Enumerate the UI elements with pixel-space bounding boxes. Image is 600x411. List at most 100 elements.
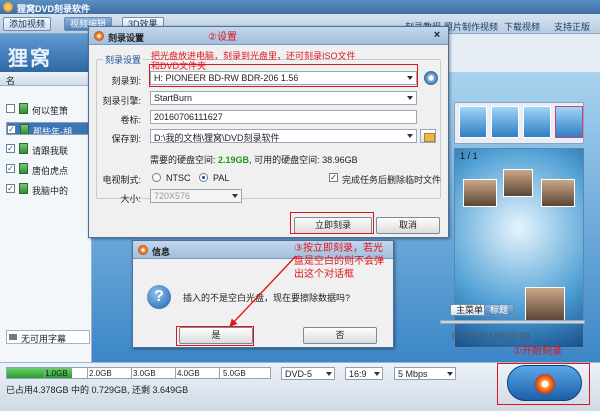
annotation-tip-line2: 和DVD文件夹 (151, 61, 207, 71)
menu-link-download[interactable]: 下载视频 (504, 20, 540, 33)
menu-template-thumb[interactable] (523, 106, 551, 138)
pal-label: PAL (213, 173, 230, 183)
time-display: 00:00:00 / 00:00:00 (452, 331, 530, 341)
disk-space-info: 需要的硬盘空间: 2.19GB, 可用的硬盘空间: 38.96GB (150, 153, 358, 166)
burn-group-label: 刻录设置 (103, 53, 144, 66)
add-video-button[interactable]: 添加视频 (3, 17, 52, 31)
annotation-box-start-burn (497, 363, 590, 405)
disc-usage-text: 已占用4.378GB 中的 0.729GB, 还剩 3.649GB (6, 385, 189, 395)
capacity-tick: 5.0GB (223, 369, 246, 378)
video-list-item[interactable]: ✓ 我脑中的 (6, 182, 92, 196)
burn-dialog-title: 刻录设置 (108, 33, 145, 43)
capacity-tick: 2.0GB (89, 369, 112, 378)
pal-radio[interactable] (199, 173, 208, 182)
video-list-panel: 名 何以笙箫 ✓ 那些年-胡 ✓ 请跟我联 ✓ 唐伯虎点 ✓ 我脑中的 (0, 72, 92, 362)
title-button[interactable]: 标题 (484, 304, 515, 316)
delete-temp-label: 完成任务后删除临时文件 (342, 175, 442, 185)
menu-template-thumb[interactable] (459, 106, 487, 138)
video-list-item[interactable]: ✓ 唐伯虎点 (6, 162, 92, 176)
capacity-divider (219, 368, 220, 378)
app-logo-icon (3, 2, 13, 12)
disc-type-value: DVD-5 (285, 369, 313, 379)
brand-banner: 狸窝 (0, 34, 95, 72)
folder-icon[interactable] (420, 129, 436, 143)
video-file-icon (20, 124, 29, 134)
page-indicator: 1 / 1 (460, 151, 478, 161)
annotation-step3-line3: 出这个对话框 (294, 269, 354, 280)
chevron-down-icon (407, 134, 413, 138)
video-file-icon (19, 103, 28, 114)
video-file-icon (19, 183, 28, 194)
engine-label: 刻录引擎: (102, 96, 141, 106)
capacity-divider (87, 368, 88, 378)
video-name: 我脑中的 (32, 186, 69, 196)
menu-template-strip (454, 102, 584, 144)
chapter-thumbnail[interactable] (525, 287, 565, 321)
annotation-step2: ②设置 (208, 32, 237, 43)
video-name: 唐伯虎点 (32, 166, 69, 176)
annotation-step3-line1: ③按立即刻录，若光 (294, 243, 383, 254)
video-checkbox[interactable]: ✓ (6, 184, 15, 193)
capacity-tick: 3.0GB (133, 369, 156, 378)
volume-label: 卷标: (120, 115, 141, 125)
space-needed-label: 需要的硬盘空间: (150, 155, 216, 165)
preview-progress-slider[interactable] (440, 320, 585, 324)
annotation-step1: ①开始刻录 (513, 346, 562, 357)
menu-template-thumb[interactable] (555, 106, 583, 138)
bitrate-select[interactable]: 5 Mbps (394, 367, 456, 380)
bitrate-value: 5 Mbps (398, 369, 428, 379)
save-to-select[interactable]: D:\我的文档\狸窝\DVD刻录软件 (150, 129, 417, 143)
chapter-thumbnail[interactable] (503, 169, 533, 197)
chevron-down-icon (407, 96, 413, 100)
annotation-step3-line2: 盘是空白的则不会弹 (294, 256, 384, 267)
menu-template-thumb[interactable] (491, 106, 519, 138)
video-checkbox[interactable]: ✓ (6, 144, 15, 153)
aspect-ratio-value: 16:9 (349, 369, 367, 379)
video-checkbox[interactable]: ✓ (7, 125, 16, 134)
tv-system-label: 电视制式: (102, 175, 141, 185)
burn-to-label: 刻录到: (111, 76, 141, 86)
video-list-item[interactable]: ✓ 那些年-胡 (6, 122, 92, 135)
size-label: 大小: (120, 194, 141, 204)
question-icon: ? (147, 285, 171, 309)
space-available-label: , 可用的硬盘空间: (249, 155, 320, 165)
video-checkbox[interactable] (6, 104, 15, 113)
video-list-item[interactable]: ✓ 请跟我联 (6, 142, 92, 156)
no-button[interactable]: 否 (303, 327, 377, 344)
app-titlebar: 狸窝DVD刻录软件 (0, 0, 600, 14)
menu-link-support[interactable]: 支持正版 (554, 20, 590, 33)
capacity-divider (175, 368, 176, 378)
burn-engine-select[interactable]: StartBurn (150, 91, 417, 105)
capacity-divider (131, 368, 132, 378)
video-list-header: 名 (0, 72, 91, 86)
video-checkbox[interactable]: ✓ (6, 164, 15, 173)
close-icon[interactable]: × (431, 30, 443, 42)
space-needed-value: 2.19GB (218, 155, 250, 165)
volume-label-input[interactable]: 20160706111627 (150, 110, 417, 124)
ntsc-radio[interactable] (152, 173, 161, 182)
delete-temp-checkbox[interactable]: ✓ (329, 173, 338, 182)
refresh-drives-icon[interactable] (424, 71, 438, 85)
cancel-button[interactable]: 取消 (376, 217, 440, 234)
size-select[interactable]: 720X576 (150, 189, 242, 203)
disc-capacity-bar: 1.0GB 2.0GB 3.0GB 4.0GB 5.0GB (6, 367, 271, 379)
chevron-down-icon (447, 372, 453, 376)
chapter-thumbnail[interactable] (463, 179, 497, 207)
menu-link-photo-video[interactable]: 照片制作视频 (444, 20, 498, 33)
aspect-ratio-select[interactable]: 16:9 (345, 367, 383, 380)
space-available-value: 38.96GB (322, 155, 358, 165)
info-message: 插入的不是空白光盘，现在要擦除数据吗? (183, 293, 351, 303)
video-file-icon (19, 143, 28, 154)
subtitle-selector[interactable]: 无可用字幕 (6, 330, 90, 344)
chapter-thumbnail[interactable] (541, 179, 575, 207)
burn-dialog-titlebar: 刻录设置 × (89, 27, 448, 45)
dialog-app-icon (138, 245, 148, 255)
chevron-down-icon (326, 372, 332, 376)
disc-type-select[interactable]: DVD-5 (281, 367, 335, 380)
video-name: 那些年-胡 (33, 127, 72, 135)
preview-screen (454, 148, 584, 348)
dialog-app-icon (94, 31, 104, 41)
video-list-item[interactable]: 何以笙箫 (6, 102, 92, 116)
capacity-tick: 4.0GB (177, 369, 200, 378)
capacity-tick: 1.0GB (45, 369, 68, 378)
